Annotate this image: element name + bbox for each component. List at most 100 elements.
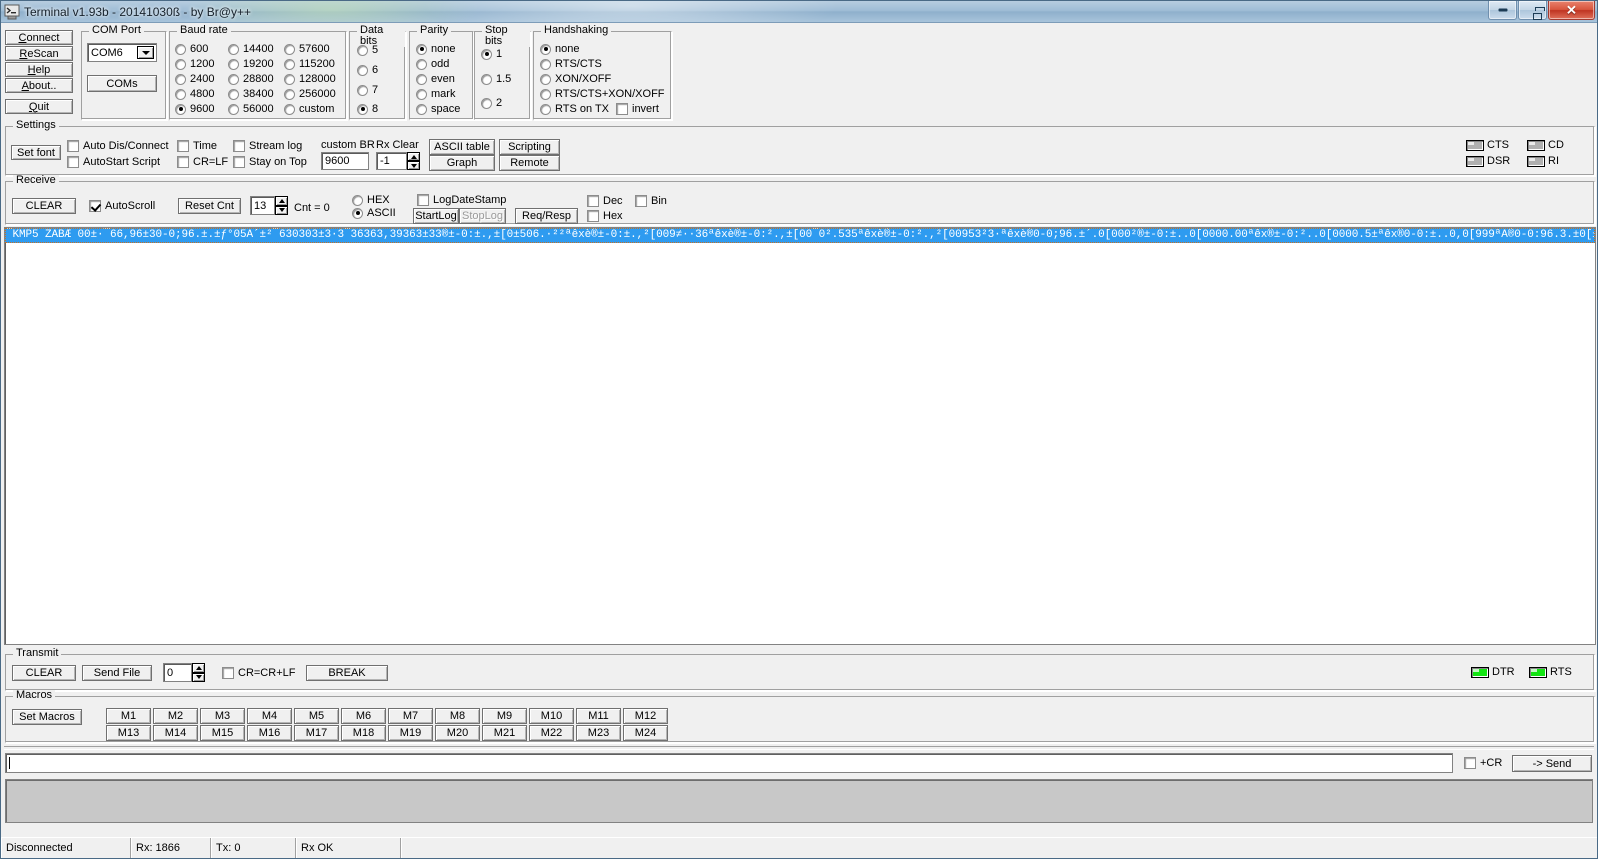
close-button[interactable]: ✕ — [1548, 1, 1595, 20]
macro-button-m8[interactable]: M8 — [435, 708, 480, 724]
set-font-button[interactable]: Set font — [11, 145, 61, 160]
baud-2400[interactable]: 2400 — [175, 73, 214, 85]
cr-equals-lf-checkbox[interactable]: CR=LF — [177, 156, 228, 168]
baud-custom[interactable]: custom — [284, 103, 334, 115]
spinner-down-icon[interactable] — [407, 161, 420, 170]
macro-button-m23[interactable]: M23 — [576, 725, 621, 741]
connect-button[interactable]: Connect — [5, 30, 73, 45]
transmit-history-pane[interactable] — [5, 779, 1593, 823]
macro-button-m22[interactable]: M22 — [529, 725, 574, 741]
baud-9600[interactable]: 9600 — [175, 103, 214, 115]
macro-button-m13[interactable]: M13 — [106, 725, 151, 741]
stopbits-1[interactable]: 1 — [481, 48, 502, 60]
spinner-up-icon[interactable] — [275, 196, 288, 206]
receive-clear-button[interactable]: CLEAR — [12, 198, 76, 214]
macro-button-m11[interactable]: M11 — [576, 708, 621, 724]
receive-output-area[interactable]: ¯KMP5 ZABÆ 00±·¯66,96±30-0;96.±.±ƒ°05A´±… — [4, 227, 1596, 645]
set-macros-button[interactable]: Set Macros — [12, 709, 82, 725]
parity-space[interactable]: space — [416, 103, 460, 115]
rescan-button[interactable]: ReScan — [5, 46, 73, 61]
about-button[interactable]: About.. — [5, 78, 73, 93]
macro-button-m9[interactable]: M9 — [482, 708, 527, 724]
baud-115200[interactable]: 115200 — [284, 58, 335, 70]
parity-even[interactable]: even — [416, 73, 455, 85]
databits-7[interactable]: 7 — [357, 84, 378, 96]
restore-button[interactable] — [1518, 1, 1547, 20]
stay-on-top-checkbox[interactable]: Stay on Top — [233, 156, 307, 168]
dec-checkbox[interactable]: Dec — [587, 195, 623, 207]
baud-56000[interactable]: 56000 — [228, 103, 274, 115]
cnt-input[interactable]: 13 — [250, 196, 275, 215]
stopbits-1-5[interactable]: 1.5 — [481, 73, 511, 85]
minimize-button[interactable] — [1488, 1, 1517, 20]
spinner-down-icon[interactable] — [192, 672, 205, 682]
macro-button-m17[interactable]: M17 — [294, 725, 339, 741]
macro-button-m6[interactable]: M6 — [341, 708, 386, 724]
macro-button-m1[interactable]: M1 — [106, 708, 151, 724]
databits-5[interactable]: 5 — [357, 44, 378, 56]
baud-128000[interactable]: 128000 — [284, 73, 336, 85]
receive-mode-hex[interactable]: HEX — [352, 194, 390, 206]
cr-cr-lf-checkbox[interactable]: CR=CR+LF — [222, 667, 295, 679]
send-file-button[interactable]: Send File — [82, 665, 152, 681]
baud-1200[interactable]: 1200 — [175, 58, 214, 70]
com-port-select[interactable]: COM6 — [87, 43, 157, 62]
send-button[interactable]: -> Send — [1512, 755, 1592, 772]
rx-clear-input[interactable]: -1 — [376, 152, 407, 170]
databits-6[interactable]: 6 — [357, 64, 378, 76]
baud-19200[interactable]: 19200 — [228, 58, 274, 70]
help-button[interactable]: Help — [5, 62, 73, 77]
baud-28800[interactable]: 28800 — [228, 73, 274, 85]
macro-button-m15[interactable]: M15 — [200, 725, 245, 741]
spinner-up-icon[interactable] — [407, 152, 420, 161]
macro-button-m3[interactable]: M3 — [200, 708, 245, 724]
bin-checkbox[interactable]: Bin — [635, 195, 667, 207]
handshake-rts-on-tx[interactable]: RTS on TX — [540, 103, 609, 115]
spinner-down-icon[interactable] — [275, 205, 288, 215]
macro-button-m14[interactable]: M14 — [153, 725, 198, 741]
stream-log-checkbox[interactable]: Stream log — [233, 140, 302, 152]
coms-button[interactable]: COMs — [87, 75, 157, 92]
scripting-button[interactable]: Scripting — [499, 139, 560, 155]
baud-600[interactable]: 600 — [175, 43, 208, 55]
baud-14400[interactable]: 14400 — [228, 43, 274, 55]
autoscroll-checkbox[interactable]: AutoScroll — [89, 200, 155, 212]
spinner-up-icon[interactable] — [192, 663, 205, 673]
baud-256000[interactable]: 256000 — [284, 88, 336, 100]
repeat-count-input[interactable]: 0 — [163, 663, 192, 682]
handshake-none[interactable]: none — [540, 43, 579, 55]
handshake-invert-checkbox[interactable]: invert — [616, 103, 659, 115]
macro-button-m24[interactable]: M24 — [623, 725, 668, 741]
parity-mark[interactable]: mark — [416, 88, 455, 100]
handshake-xon-xoff[interactable]: XON/XOFF — [540, 73, 611, 85]
handshake-rts-cts[interactable]: RTS/CTS — [540, 58, 602, 70]
quit-button[interactable]: Quit — [5, 99, 73, 114]
reset-cnt-button[interactable]: Reset Cnt — [178, 198, 241, 214]
cnt-spinner[interactable] — [275, 196, 288, 215]
logdatestamp-checkbox[interactable]: LogDateStamp — [417, 194, 506, 206]
baud-4800[interactable]: 4800 — [175, 88, 214, 100]
macro-button-m2[interactable]: M2 — [153, 708, 198, 724]
chevron-down-icon[interactable] — [137, 46, 154, 59]
break-button[interactable]: BREAK — [306, 665, 388, 681]
repeat-count-spinner[interactable] — [192, 663, 205, 682]
startlog-button[interactable]: StartLog — [413, 208, 459, 224]
auto-dis-connect-checkbox[interactable]: Auto Dis/Connect — [67, 140, 169, 152]
macro-button-m16[interactable]: M16 — [247, 725, 292, 741]
macro-button-m18[interactable]: M18 — [341, 725, 386, 741]
req-resp-button[interactable]: Req/Resp — [515, 208, 578, 224]
parity-none[interactable]: none — [416, 43, 455, 55]
plus-cr-checkbox[interactable]: +CR — [1464, 757, 1502, 769]
remote-button[interactable]: Remote — [499, 155, 560, 171]
macro-button-m20[interactable]: M20 — [435, 725, 480, 741]
parity-odd[interactable]: odd — [416, 58, 449, 70]
ascii-table-button[interactable]: ASCII table — [429, 139, 495, 155]
macro-button-m10[interactable]: M10 — [529, 708, 574, 724]
macro-button-m21[interactable]: M21 — [482, 725, 527, 741]
macro-button-m7[interactable]: M7 — [388, 708, 433, 724]
stopbits-2[interactable]: 2 — [481, 97, 502, 109]
receive-line[interactable]: ¯KMP5 ZABÆ 00±·¯66,96±30-0;96.±.±ƒ°05A´±… — [5, 228, 1595, 243]
handshake-rtscts-xonxoff[interactable]: RTS/CTS+XON/XOFF — [540, 88, 665, 100]
rx-clear-spinner[interactable] — [407, 152, 420, 170]
macro-button-m19[interactable]: M19 — [388, 725, 433, 741]
